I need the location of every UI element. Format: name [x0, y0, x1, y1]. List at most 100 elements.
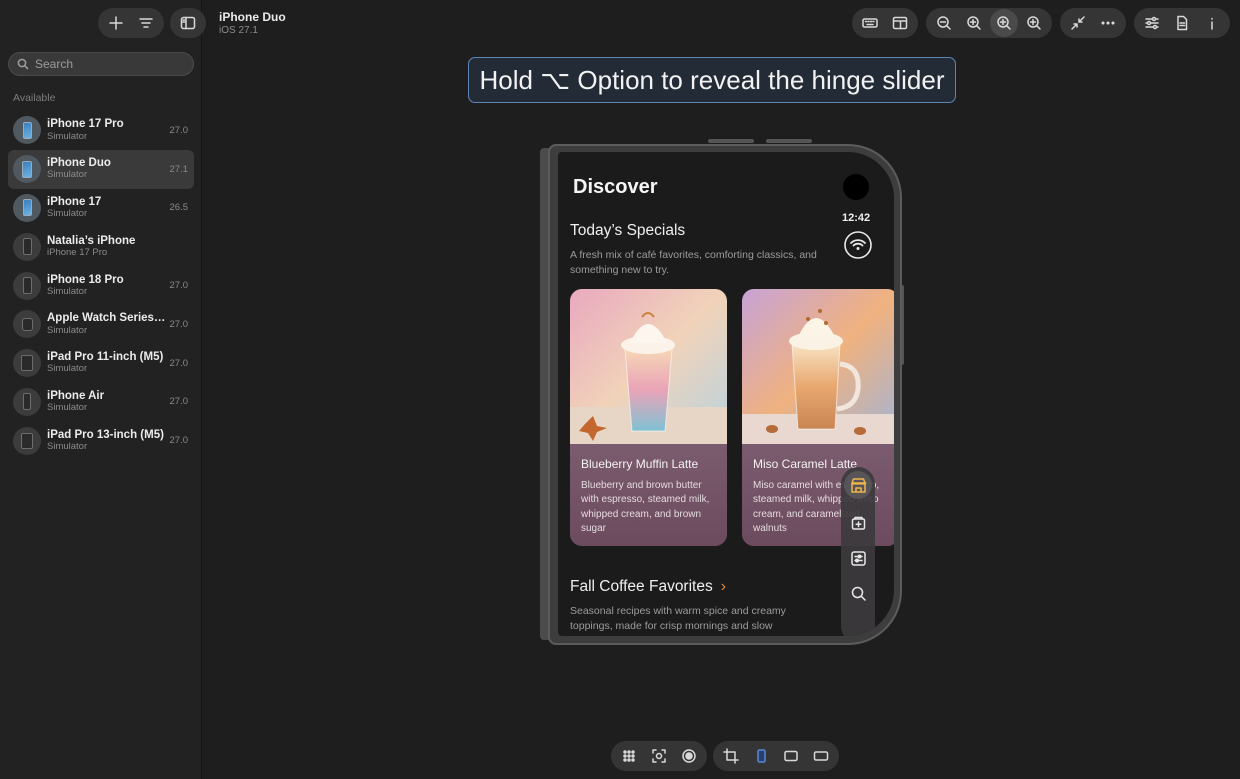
screenshot-icon [652, 749, 666, 763]
screenshot-button[interactable] [645, 742, 673, 770]
plus-icon [109, 16, 123, 30]
device-name: Apple Watch Series… [47, 312, 166, 325]
section-label-available: Available [13, 92, 56, 104]
device-row-iphone-17[interactable]: iPhone 17 Simulator 26.5 [8, 189, 194, 228]
add-button[interactable] [102, 9, 130, 37]
simulator-window: Available iPhone 17 ProSimulator 27.0 iP… [0, 0, 1240, 779]
arrows-collapse-icon [1071, 16, 1085, 30]
device-screen[interactable]: Discover 12:42 Today’s Specials A fresh … [558, 152, 894, 636]
camera-cutout [843, 174, 869, 200]
section-description-2: Seasonal recipes with warm spice and cre… [570, 605, 786, 633]
zoom-actual-button[interactable] [990, 9, 1018, 37]
tab-search[interactable] [844, 579, 872, 607]
device-subtitle: Simulator [47, 440, 88, 452]
section-title-todays-specials: Today’s Specials [570, 222, 686, 239]
device-row-iphone-18-pro[interactable]: iPhone 18 Pro Simulator 27.0 [8, 266, 194, 305]
filter-sliders-icon [850, 550, 866, 566]
sidebar-actions-group [98, 8, 164, 38]
ipad-device-icon [13, 426, 41, 455]
sidebar: Available iPhone 17 ProSimulator 27.0 iP… [0, 0, 206, 779]
device-name: iPhone 17 Pro [47, 118, 124, 131]
device-row-iphone-17-pro[interactable]: iPhone 17 Pro Simulator 27.0 [8, 111, 194, 150]
device-row-apple-watch[interactable]: Apple Watch Series… Simulator 27.0 [8, 305, 194, 344]
phone-unfolded-icon [784, 750, 798, 762]
orientation-group [713, 741, 839, 771]
zoom-fit-button[interactable] [960, 9, 988, 37]
ellipsis-icon [1101, 21, 1115, 25]
keyboard-icon [862, 18, 878, 28]
sidebar-toolbar [98, 8, 206, 38]
search-icon [17, 58, 29, 70]
info-button[interactable] [1198, 9, 1226, 37]
bag-plus-icon [851, 516, 865, 530]
search-field[interactable] [8, 52, 194, 76]
top-toolbar [852, 8, 1230, 38]
device-row-iphone-duo[interactable]: iPhone Duo Simulator 27.1 [8, 149, 194, 189]
device-version: 27.0 [169, 357, 189, 369]
device-row-ipad-pro-13[interactable]: iPad Pro 13-inch (M5) Simulator 27.0 [8, 421, 194, 460]
device-version: 27.0 [169, 396, 189, 408]
fold-open-button[interactable] [777, 742, 805, 770]
card-description: Blueberry and brown butter with espresso… [581, 480, 710, 534]
window-group [1060, 8, 1126, 38]
zoom-group [926, 8, 1052, 38]
fold-closed-button[interactable] [747, 742, 775, 770]
zoom-out-button[interactable] [930, 9, 958, 37]
zoom-in-icon [967, 16, 981, 30]
tab-shop[interactable] [844, 471, 872, 499]
device-subtitle: Simulator [47, 402, 88, 414]
device-row-ipad-pro-11[interactable]: iPad Pro 11-inch (M5) Simulator 27.0 [8, 344, 194, 383]
more-button[interactable] [1094, 9, 1122, 37]
filter-lines-icon [139, 18, 153, 28]
info-icon [1211, 17, 1213, 30]
keyboard-button[interactable] [856, 9, 884, 37]
sidebar-toggle-group [170, 8, 206, 38]
section-link-fall-coffee[interactable]: Fall Coffee Favorites › [570, 578, 726, 596]
collapse-button[interactable] [1064, 9, 1092, 37]
iphone-device-icon [13, 271, 41, 300]
toggle-sidebar-button[interactable] [174, 9, 202, 37]
record-button[interactable] [675, 742, 703, 770]
device-list: iPhone 17 Pro Simulator 27.0 iPhone Duo Si… [8, 111, 194, 460]
document-icon [1177, 15, 1188, 31]
window-subtitle: iOS 27.1 [219, 25, 258, 36]
device-row-natalias-iphone[interactable]: Natalia’s iPhone iPhone 17 Pro [8, 227, 194, 266]
device-row-iphone-air[interactable]: iPhone Air Simulator 27.0 [8, 383, 194, 422]
wifi-icon [844, 231, 872, 259]
drink-card-blueberry[interactable]: Blueberry Muffin Latte Blueberry and bro… [570, 289, 727, 546]
sliders-icon [1145, 16, 1159, 30]
storefront-icon [850, 477, 866, 493]
top-button-left[interactable] [708, 139, 754, 143]
floating-tab-bar [841, 467, 875, 636]
chevron-right-icon: › [720, 578, 727, 595]
app-grid-icon [623, 750, 635, 762]
home-screen-button[interactable] [615, 742, 643, 770]
device-version: 27.0 [169, 318, 189, 330]
device-version: 27.0 [169, 280, 189, 292]
landscape-button[interactable] [807, 742, 835, 770]
rotate-button[interactable] [717, 742, 745, 770]
device-version: 27.1 [169, 163, 189, 175]
input-group [852, 8, 918, 38]
window-title-block: iPhone Duo iOS 27.1 [219, 10, 286, 36]
top-button-right[interactable] [766, 139, 812, 143]
zoom-in-button[interactable] [1020, 9, 1048, 37]
hinge-hint-banner: Hold ⌥ Option to reveal the hinge slider [468, 57, 956, 103]
tab-filters[interactable] [844, 544, 872, 572]
window-layout-icon [892, 16, 908, 30]
section-description: A fresh mix of café favorites, comfortin… [570, 249, 817, 277]
device-version: 26.5 [169, 202, 189, 214]
tab-new-order[interactable] [844, 508, 872, 536]
miso-caramel-latte-image [742, 289, 894, 444]
layout-button[interactable] [886, 9, 914, 37]
filter-button[interactable] [132, 9, 160, 37]
settings-button[interactable] [1138, 9, 1166, 37]
status-clock: 12:42 [842, 212, 871, 224]
iphone-device-icon [13, 116, 41, 145]
device-subtitle: Simulator [47, 130, 88, 142]
device-name: iPad Pro 13-inch (M5) [47, 428, 164, 441]
device-version: 27.0 [169, 124, 189, 136]
search-input[interactable] [35, 57, 185, 71]
blueberry-latte-image [570, 289, 727, 444]
document-button[interactable] [1168, 9, 1196, 37]
